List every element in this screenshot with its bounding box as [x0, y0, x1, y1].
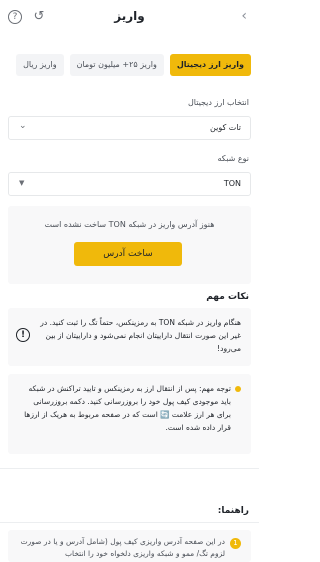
network-value: TON	[223, 179, 241, 188]
header: ? ↺ واریز ‹	[0, 0, 259, 36]
tab-crypto-deposit[interactable]: واریز ارز دیجیتال	[169, 54, 251, 76]
page-title: واریز	[114, 9, 145, 23]
chevron-down-icon: ⌄	[19, 121, 27, 131]
currency-select[interactable]: تات کوین ⌄	[8, 116, 251, 140]
refresh-tip-text: توجه مهم: پس از انتقال ارز به رمزینکس و …	[24, 384, 231, 432]
divider	[0, 468, 259, 469]
network-select[interactable]: TON ▼	[8, 172, 251, 196]
step-number: 1	[230, 538, 241, 549]
deposit-tabs: واریز ارز دیجیتال واریز ۲۵+ میلیون تومان…	[8, 54, 251, 76]
address-notice: هنوز آدرس واریز در شبکه TON ساخت نشده اس…	[8, 206, 251, 284]
bullet-dot-icon	[235, 386, 241, 392]
refresh-tip: توجه مهم: پس از انتقال ارز به رمزینکس و …	[8, 374, 251, 454]
guide-step-text: در این صفحه آدرس واریزی کیف پول (شامل آد…	[20, 537, 225, 558]
create-address-button[interactable]: ساخت آدرس	[74, 242, 182, 266]
important-notes-title: نکات مهم	[206, 292, 249, 302]
currency-label: انتخاب ارز دیجیتال	[187, 98, 249, 107]
tab-rial-deposit[interactable]: واریز ریال	[16, 54, 64, 76]
alert-icon: !	[16, 328, 30, 342]
address-notice-text: هنوز آدرس واریز در شبکه TON ساخت نشده اس…	[44, 220, 215, 229]
tag-warning-text: هنگام واریز در شبکه TON به رمزینکس، حتما…	[40, 318, 241, 353]
caret-down-icon: ▼	[19, 179, 25, 187]
currency-value: تات کوین	[210, 123, 241, 132]
back-arrow-icon[interactable]: ‹	[241, 8, 247, 24]
tab-large-deposit[interactable]: واریز ۲۵+ میلیون تومان	[69, 54, 164, 76]
tag-warning: ! هنگام واریز در شبکه TON به رمزینکس، حت…	[8, 308, 251, 366]
guide-title: راهنما:	[217, 506, 249, 516]
divider	[0, 522, 259, 523]
network-label: نوع شبکه	[217, 154, 250, 163]
guide-step: 1 در این صفحه آدرس واریزی کیف پول (شامل …	[8, 530, 251, 562]
